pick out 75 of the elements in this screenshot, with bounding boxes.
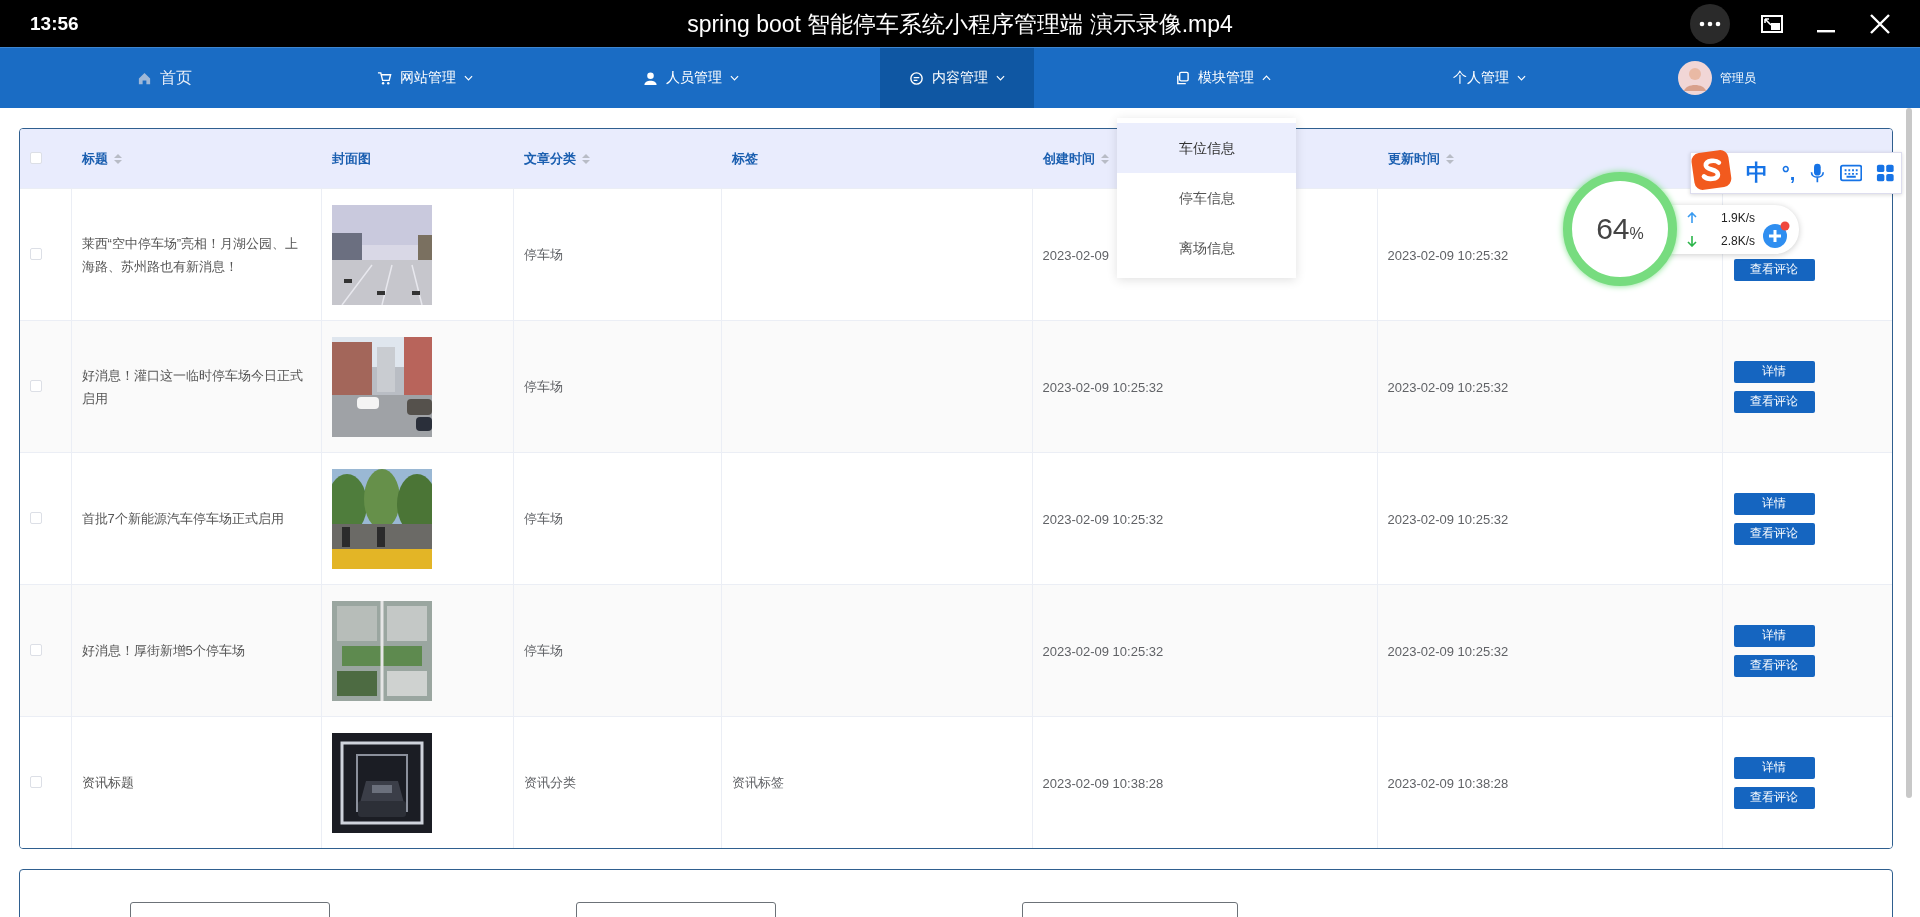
- checkbox[interactable]: [30, 151, 42, 164]
- column-header[interactable]: 标签: [732, 149, 758, 168]
- download-arrow-icon: [1687, 234, 1697, 247]
- gauge-percent: 64%: [1596, 212, 1644, 246]
- table-cell: 2023-02-09 10:25:32: [1387, 247, 1509, 263]
- chat-icon: [909, 70, 924, 86]
- more-icon[interactable]: [1690, 3, 1730, 44]
- column-header[interactable]: 创建时间: [1043, 149, 1095, 168]
- nav-item[interactable]: 模块管理: [1146, 48, 1300, 108]
- checkbox[interactable]: [30, 511, 42, 524]
- cart-icon: [377, 70, 392, 86]
- table-cell-text: 资讯标题: [81, 774, 135, 792]
- table-cell: 停车场: [523, 247, 563, 262]
- nav-item[interactable]: 人员管理: [614, 48, 768, 108]
- action-button[interactable]: 详情: [1733, 360, 1815, 383]
- menu-item[interactable]: 离场信息: [1117, 223, 1296, 273]
- checkbox[interactable]: [30, 643, 42, 656]
- upload-speed: 1.9K/s: [1721, 210, 1756, 225]
- checkbox[interactable]: [30, 247, 42, 260]
- nav-item[interactable]: 首页: [94, 48, 234, 108]
- avatar-icon[interactable]: [1678, 61, 1712, 95]
- nav-item[interactable]: 网站管理: [348, 48, 502, 108]
- column-header[interactable]: 文章分类: [524, 149, 576, 168]
- menu-item[interactable]: 车位信息: [1117, 123, 1296, 173]
- table-cell: 2023-02-09 10:25:32: [1387, 379, 1509, 395]
- keyboard-icon[interactable]: [1840, 164, 1863, 182]
- table-cell: 停车场: [523, 379, 563, 394]
- plus-icon[interactable]: [1761, 219, 1792, 250]
- column-header[interactable]: 封面图: [332, 149, 371, 168]
- table-cell-text: 好消息！灌口这一临时停车场今日正式启用: [81, 366, 304, 408]
- table-cell: 2023-02-09 10:25:32: [1042, 379, 1164, 395]
- download-speed: 2.8K/s: [1721, 233, 1756, 248]
- table-cell-text: 好消息！厚街新增5个停车场: [81, 642, 246, 660]
- action-button[interactable]: 查看评论: [1733, 522, 1815, 545]
- microphone-icon[interactable]: [1809, 161, 1827, 185]
- comments-button[interactable]: 查看评论: [1733, 258, 1815, 281]
- scrollbar[interactable]: [1906, 108, 1912, 798]
- column-header[interactable]: 标题: [82, 149, 108, 168]
- punctuation-toggle[interactable]: °,: [1781, 161, 1796, 185]
- apps-grid-icon[interactable]: [1876, 163, 1895, 183]
- table-cell: 2023-02-09 10:25:32: [1387, 643, 1509, 659]
- table-cell: 2023-02-09 10:25:32: [1042, 511, 1164, 527]
- copy-icon: [1175, 70, 1190, 86]
- clock-time: 13:56: [30, 12, 80, 35]
- table-cell: 2023-02-09 10:25:32: [1387, 511, 1509, 527]
- upload-arrow-icon: [1687, 211, 1697, 224]
- table-cell: 资讯分类: [523, 775, 576, 790]
- table-cell: 2023-02-09: [1042, 247, 1109, 263]
- video-title: spring boot 智能停车系统小程序管理端 演示录像.mp4: [687, 10, 1233, 39]
- column-header[interactable]: 更新时间: [1388, 149, 1440, 168]
- user-name[interactable]: 管理员: [1720, 69, 1756, 87]
- table-cell: 停车场: [523, 511, 563, 526]
- menu-item[interactable]: 停车信息: [1117, 173, 1296, 223]
- checkbox[interactable]: [30, 775, 42, 788]
- nav-item[interactable]: 个人管理: [1412, 48, 1566, 108]
- action-button[interactable]: 详情: [1733, 756, 1815, 779]
- action-button[interactable]: 查看评论: [1733, 390, 1815, 413]
- nav-item[interactable]: 内容管理: [880, 48, 1034, 108]
- table-cell: 资讯标签: [731, 775, 784, 790]
- input-method-logo-icon[interactable]: [1691, 148, 1732, 192]
- table-cell-text: 莱西“空中停车场”亮相！月湖公园、上海路、苏州路也有新消息！: [81, 234, 300, 276]
- checkbox[interactable]: [30, 379, 42, 392]
- close-icon[interactable]: [1868, 11, 1892, 36]
- person-icon: [643, 70, 658, 86]
- table-cell: 2023-02-09 10:25:32: [1042, 643, 1164, 659]
- home-icon: [136, 70, 152, 86]
- ime-mode-toggle[interactable]: 中: [1745, 158, 1768, 188]
- table-cell: 停车场: [523, 643, 563, 658]
- table-cell: 2023-02-09 10:38:28: [1042, 775, 1164, 791]
- action-button[interactable]: 查看评论: [1733, 786, 1815, 809]
- table-cell-text: 首批7个新能源汽车停车场正式启用: [81, 510, 285, 528]
- action-button[interactable]: 详情: [1733, 492, 1815, 515]
- action-button[interactable]: 详情: [1733, 624, 1815, 647]
- action-button[interactable]: 查看评论: [1733, 654, 1815, 677]
- table-cell: 2023-02-09 10:38:28: [1387, 775, 1509, 791]
